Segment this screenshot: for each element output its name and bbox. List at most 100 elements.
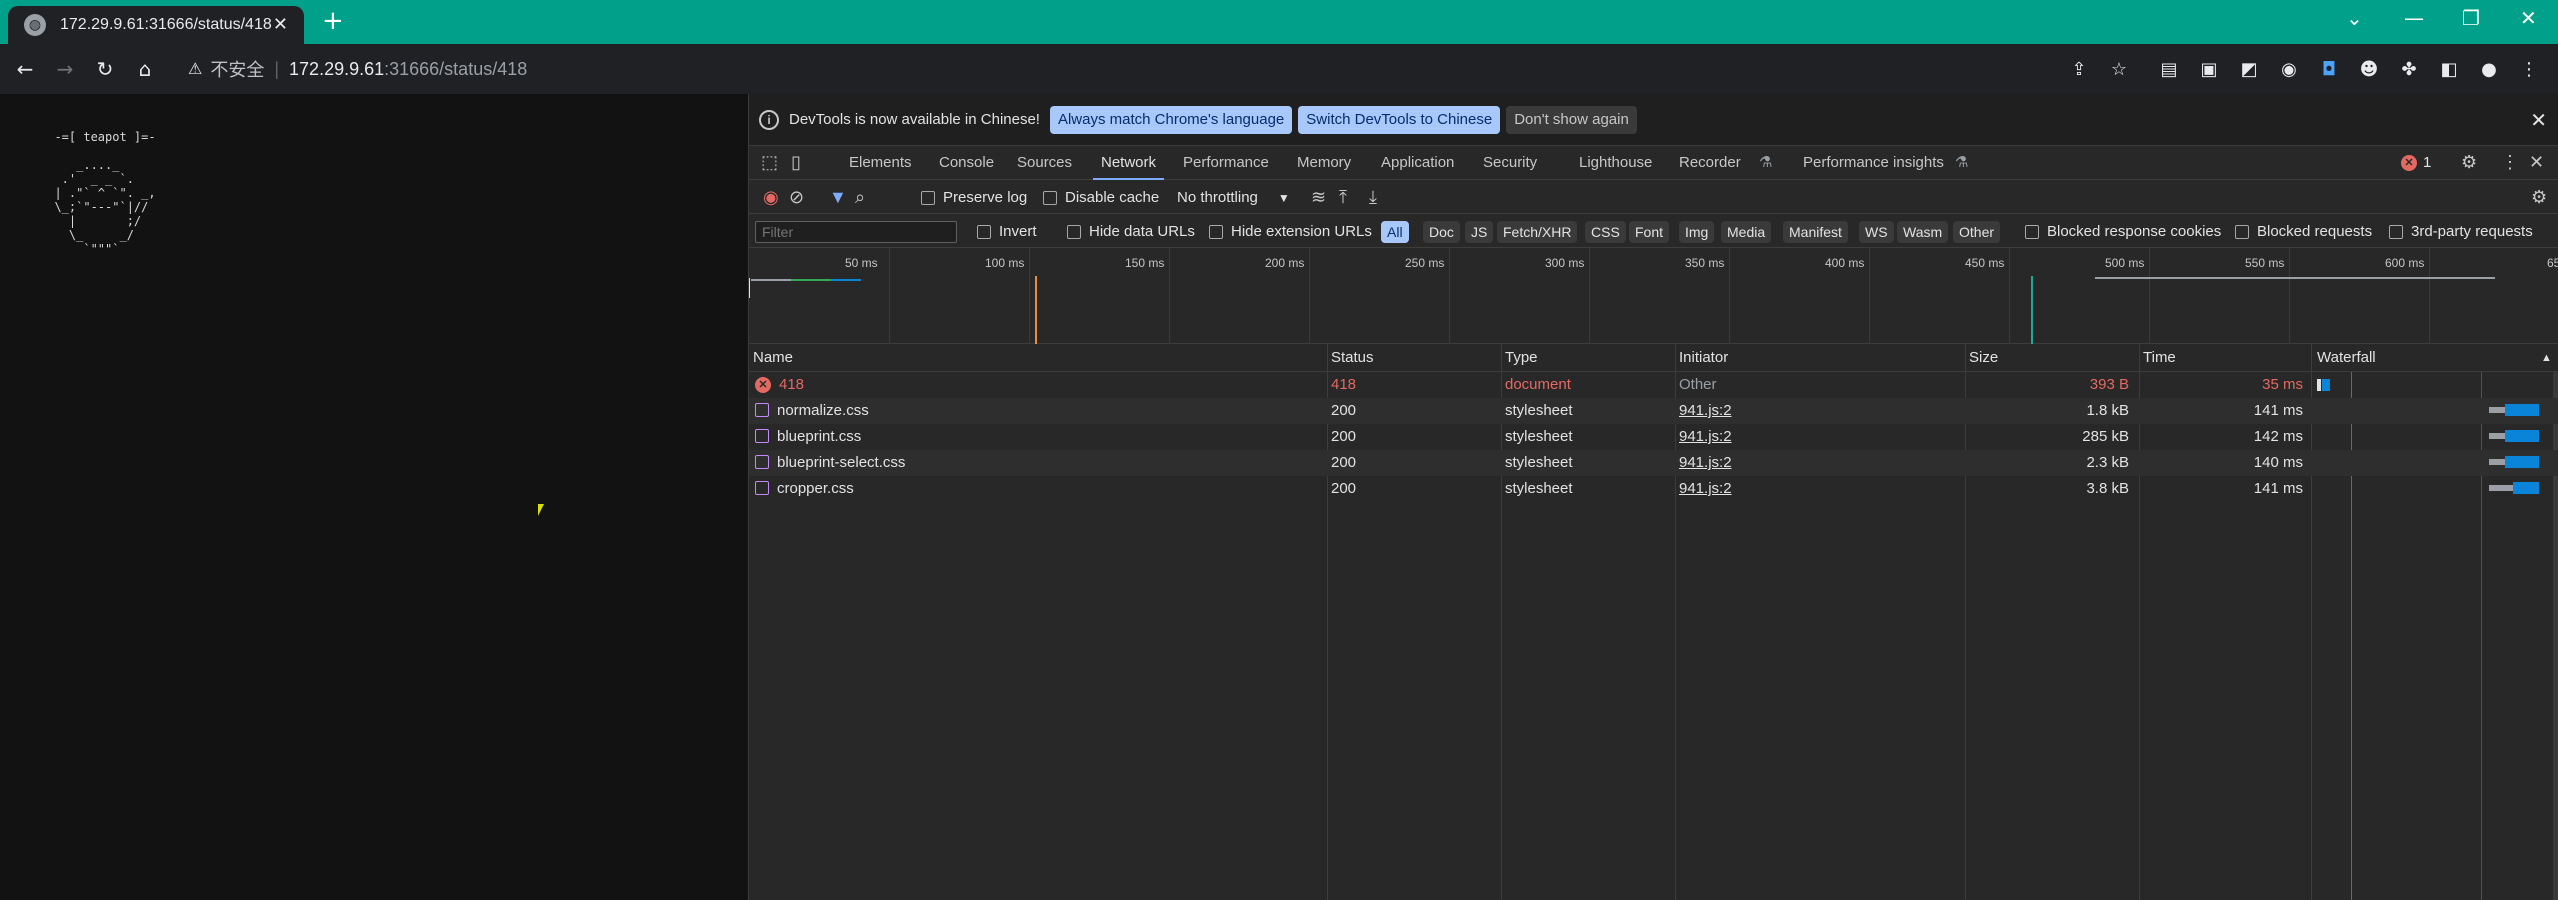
filter-type-all[interactable]: All [1381, 221, 1409, 243]
col-status[interactable]: Status [1327, 344, 1374, 372]
close-infobar-icon[interactable]: ✕ [2530, 108, 2547, 133]
filter-type-js[interactable]: JS [1465, 221, 1494, 243]
timeline-tick-label: 600 ms [2385, 256, 2425, 270]
tab-memory[interactable]: Memory [1297, 146, 1351, 180]
close-window-icon[interactable]: ✕ [2520, 6, 2537, 30]
filter-type-media[interactable]: Media [1721, 221, 1772, 243]
menu-icon[interactable]: ⋮ [2516, 56, 2542, 82]
filter-type-font[interactable]: Font [1629, 221, 1670, 243]
more-options-icon[interactable]: ⋮ [2501, 152, 2519, 173]
table-row[interactable]: blueprint.css 200 stylesheet 941.js:2 28… [749, 424, 2558, 450]
record-stop-icon[interactable]: ◉ [763, 187, 779, 208]
table-row[interactable]: blueprint-select.css 200 stylesheet 941.… [749, 450, 2558, 476]
filter-type-wasm[interactable]: Wasm [1897, 221, 1949, 243]
extension-1-icon[interactable]: ▤ [2156, 56, 2182, 82]
clear-icon[interactable]: ⊘ [789, 187, 804, 208]
inspect-element-icon[interactable]: ⬚ [761, 152, 778, 173]
puzzle-icon[interactable]: ✤ [2396, 56, 2422, 82]
tab-lighthouse[interactable]: Lighthouse [1579, 146, 1652, 180]
sort-up-icon[interactable]: ▲ [2537, 344, 2552, 372]
extension-6-icon[interactable]: ☻ [2356, 56, 2382, 82]
hide-data-urls-checkbox[interactable]: Hide data URLs [1067, 223, 1195, 240]
close-devtools-icon[interactable]: ✕ [2529, 152, 2544, 173]
tab-search-icon[interactable]: ⌄ [2346, 6, 2363, 30]
search-icon[interactable]: ⌕ [855, 187, 865, 208]
waterfall-bar [2322, 379, 2330, 391]
preserve-log-checkbox[interactable]: Preserve log [921, 189, 1027, 206]
row-initiator-link[interactable]: 941.js:2 [1679, 476, 1732, 502]
filter-type-doc[interactable]: Doc [1423, 221, 1460, 243]
extension-3-icon[interactable]: ◩ [2236, 56, 2262, 82]
row-time: 35 ms [2262, 376, 2303, 393]
filter-type-css[interactable]: CSS [1585, 221, 1626, 243]
network-settings-icon[interactable]: ⚙ [2531, 187, 2547, 208]
timeline-overview[interactable]: 50 ms 100 ms 150 ms 200 ms 250 ms 300 ms 350 m… [749, 248, 2558, 344]
disable-cache-checkbox[interactable]: Disable cache [1043, 189, 1159, 206]
third-party-checkbox[interactable]: 3rd-party requests [2389, 223, 2533, 240]
reload-icon[interactable]: ↻ [90, 54, 120, 84]
forward-icon[interactable]: → [50, 54, 80, 84]
col-time[interactable]: Time [2139, 344, 2176, 372]
side-panel-icon[interactable]: ◧ [2436, 56, 2462, 82]
table-row[interactable]: cropper.css 200 stylesheet 941.js:2 3.8 … [749, 476, 2558, 502]
col-waterfall[interactable]: Waterfall [2313, 344, 2376, 372]
table-row[interactable]: normalize.css 200 stylesheet 941.js:2 1.… [749, 398, 2558, 424]
tab-performance[interactable]: Performance [1183, 146, 1269, 180]
table-row[interactable]: ✕ 418 418 document Other 393 B 35 ms [749, 372, 2558, 398]
filter-type-manifest[interactable]: Manifest [1783, 221, 1848, 243]
settings-gear-icon[interactable]: ⚙ [2461, 152, 2477, 173]
new-tab-button[interactable]: + [322, 6, 344, 36]
filter-type-img[interactable]: Img [1679, 221, 1715, 243]
blocked-cookies-label: Blocked response cookies [2047, 223, 2222, 240]
throttling-select[interactable]: No throttling ▼ [1177, 189, 1290, 206]
filter-input[interactable] [755, 221, 957, 243]
tab-recorder[interactable]: Recorder [1679, 146, 1741, 180]
export-har-icon[interactable]: ⤓ [1369, 187, 1377, 208]
invert-checkbox[interactable]: Invert [977, 223, 1037, 240]
tab-sources[interactable]: Sources [1017, 146, 1072, 180]
share-icon[interactable]: ⇪ [2066, 56, 2092, 82]
device-toolbar-icon[interactable]: ▯ [791, 152, 801, 173]
minimize-icon[interactable]: — [2404, 6, 2424, 30]
filter-type-ws[interactable]: WS [1859, 221, 1894, 243]
address-bar[interactable]: ⚠ 不安全 | 172.29.9.61 :31666/status/418 [176, 49, 2176, 89]
import-har-icon[interactable]: ⤒ [1339, 187, 1347, 208]
tab-elements[interactable]: Elements [849, 146, 912, 180]
row-initiator-link[interactable]: 941.js:2 [1679, 424, 1732, 450]
dont-show-again-button[interactable]: Don't show again [1506, 105, 1637, 134]
col-initiator[interactable]: Initiator [1675, 344, 1728, 372]
hide-extension-urls-checkbox[interactable]: Hide extension URLs [1209, 223, 1372, 240]
filter-icon[interactable]: ▼ [829, 187, 847, 208]
row-initiator-link[interactable]: 941.js:2 [1679, 450, 1732, 476]
col-name[interactable]: Name [749, 344, 793, 372]
row-size: 393 B [2089, 376, 2129, 393]
tab-application[interactable]: Application [1381, 146, 1454, 180]
warning-icon[interactable]: ⚠ [188, 59, 202, 79]
browser-tab[interactable]: ◍ 172.29.9.61:31666/status/418 ✕ [8, 6, 304, 44]
blocked-cookies-checkbox[interactable]: Blocked response cookies [2025, 223, 2221, 240]
back-icon[interactable]: ← [10, 54, 40, 84]
blocked-requests-checkbox[interactable]: Blocked requests [2235, 223, 2372, 240]
extension-5-icon[interactable]: ◘ [2316, 56, 2342, 82]
switch-language-button[interactable]: Switch DevTools to Chinese [1298, 105, 1501, 134]
filter-type-fetch-xhr[interactable]: Fetch/XHR [1497, 221, 1578, 243]
col-type[interactable]: Type [1501, 344, 1538, 372]
restore-icon[interactable]: ❐ [2462, 6, 2480, 30]
error-counter[interactable]: ✕ 1 [2401, 154, 2431, 171]
network-conditions-icon[interactable]: ≋ [1311, 187, 1326, 208]
home-icon[interactable]: ⌂ [130, 54, 160, 84]
tab-console[interactable]: Console [939, 146, 994, 180]
tab-performance-insights[interactable]: Performance insights [1803, 146, 1944, 180]
row-initiator-link[interactable]: 941.js:2 [1679, 398, 1732, 424]
security-label[interactable]: 不安全 [210, 56, 264, 82]
extension-2-icon[interactable]: ▣ [2196, 56, 2222, 82]
close-tab-icon[interactable]: ✕ [273, 14, 288, 35]
col-size[interactable]: Size [1965, 344, 1998, 372]
bookmark-star-icon[interactable]: ☆ [2106, 56, 2132, 82]
tab-network[interactable]: Network [1093, 146, 1165, 180]
profile-icon[interactable]: ● [2476, 56, 2502, 82]
filter-type-other[interactable]: Other [1953, 221, 2001, 243]
tab-security[interactable]: Security [1483, 146, 1537, 180]
extension-4-icon[interactable]: ◉ [2276, 56, 2302, 82]
match-language-button[interactable]: Always match Chrome's language [1049, 105, 1293, 134]
